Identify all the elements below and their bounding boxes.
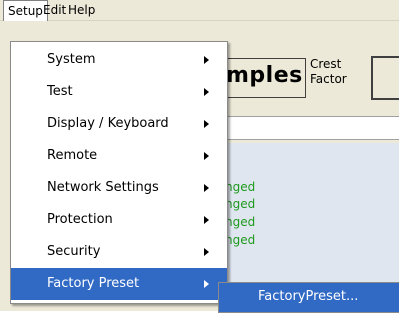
menu-item-display-keyboard[interactable]: Display / Keyboard [11,108,227,140]
submenu-item-factorypreset[interactable]: FactoryPreset... [258,289,358,304]
menu-item-label: Security [47,244,101,259]
menu-item-remote[interactable]: Remote [11,140,227,172]
samples-label: mples [226,63,303,88]
status-line: nged [225,215,256,229]
status-line: nged [225,197,256,211]
setup-dropdown-menu: System Test Display / Keyboard Remote Ne… [10,41,228,304]
menu-item-test[interactable]: Test [11,76,227,108]
input-strip[interactable] [225,116,399,140]
status-panel [225,143,399,283]
factory-preset-submenu[interactable]: FactoryPreset... [218,282,399,313]
status-line: nged [225,233,256,247]
menu-item-label: Protection [47,212,113,227]
menu-item-label: Network Settings [47,180,159,195]
submenu-arrow-icon [204,184,209,192]
submenu-arrow-icon [204,56,209,64]
menu-bar: Setup Edit Help [0,0,399,21]
menu-item-label: System [47,52,96,67]
crest-factor-field[interactable] [371,56,399,100]
submenu-arrow-icon [204,248,209,256]
submenu-arrow-icon [204,152,209,160]
menu-help[interactable]: Help [64,0,99,20]
menu-item-system[interactable]: System [11,44,227,76]
submenu-arrow-icon [204,120,209,128]
menu-item-security[interactable]: Security [11,236,227,268]
menu-item-label: Test [47,84,73,99]
menu-item-label: Factory Preset [47,276,140,291]
crest-factor-label: Crest Factor [310,57,370,87]
crest-label-line2: Factor [310,72,347,86]
submenu-arrow-icon [204,88,209,96]
submenu-arrow-icon [204,280,209,288]
menu-item-protection[interactable]: Protection [11,204,227,236]
submenu-arrow-icon [204,216,209,224]
crest-label-line1: Crest [310,57,342,71]
status-line: nged [225,180,256,194]
menu-item-factory-preset[interactable]: Factory Preset [11,268,227,300]
menu-item-label: Display / Keyboard [47,116,169,131]
menu-item-network-settings[interactable]: Network Settings [11,172,227,204]
menu-item-label: Remote [47,148,98,163]
